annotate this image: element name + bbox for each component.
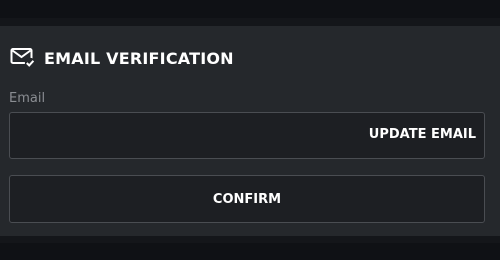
email-input-actions: UPDATE EMAIL (9, 112, 485, 159)
update-email-button[interactable]: UPDATE EMAIL (369, 112, 476, 157)
email-label: Email (9, 91, 46, 106)
section-title: EMAIL VERIFICATION (44, 48, 234, 68)
bottom-bar (0, 243, 500, 260)
section-header: EMAIL VERIFICATION (10, 46, 234, 70)
confirm-button[interactable]: CONFIRM (9, 175, 485, 223)
mail-check-icon (10, 47, 36, 69)
email-verification-panel: EMAIL VERIFICATION Email UPDATE EMAIL CO… (0, 26, 500, 236)
top-bar (0, 0, 500, 18)
